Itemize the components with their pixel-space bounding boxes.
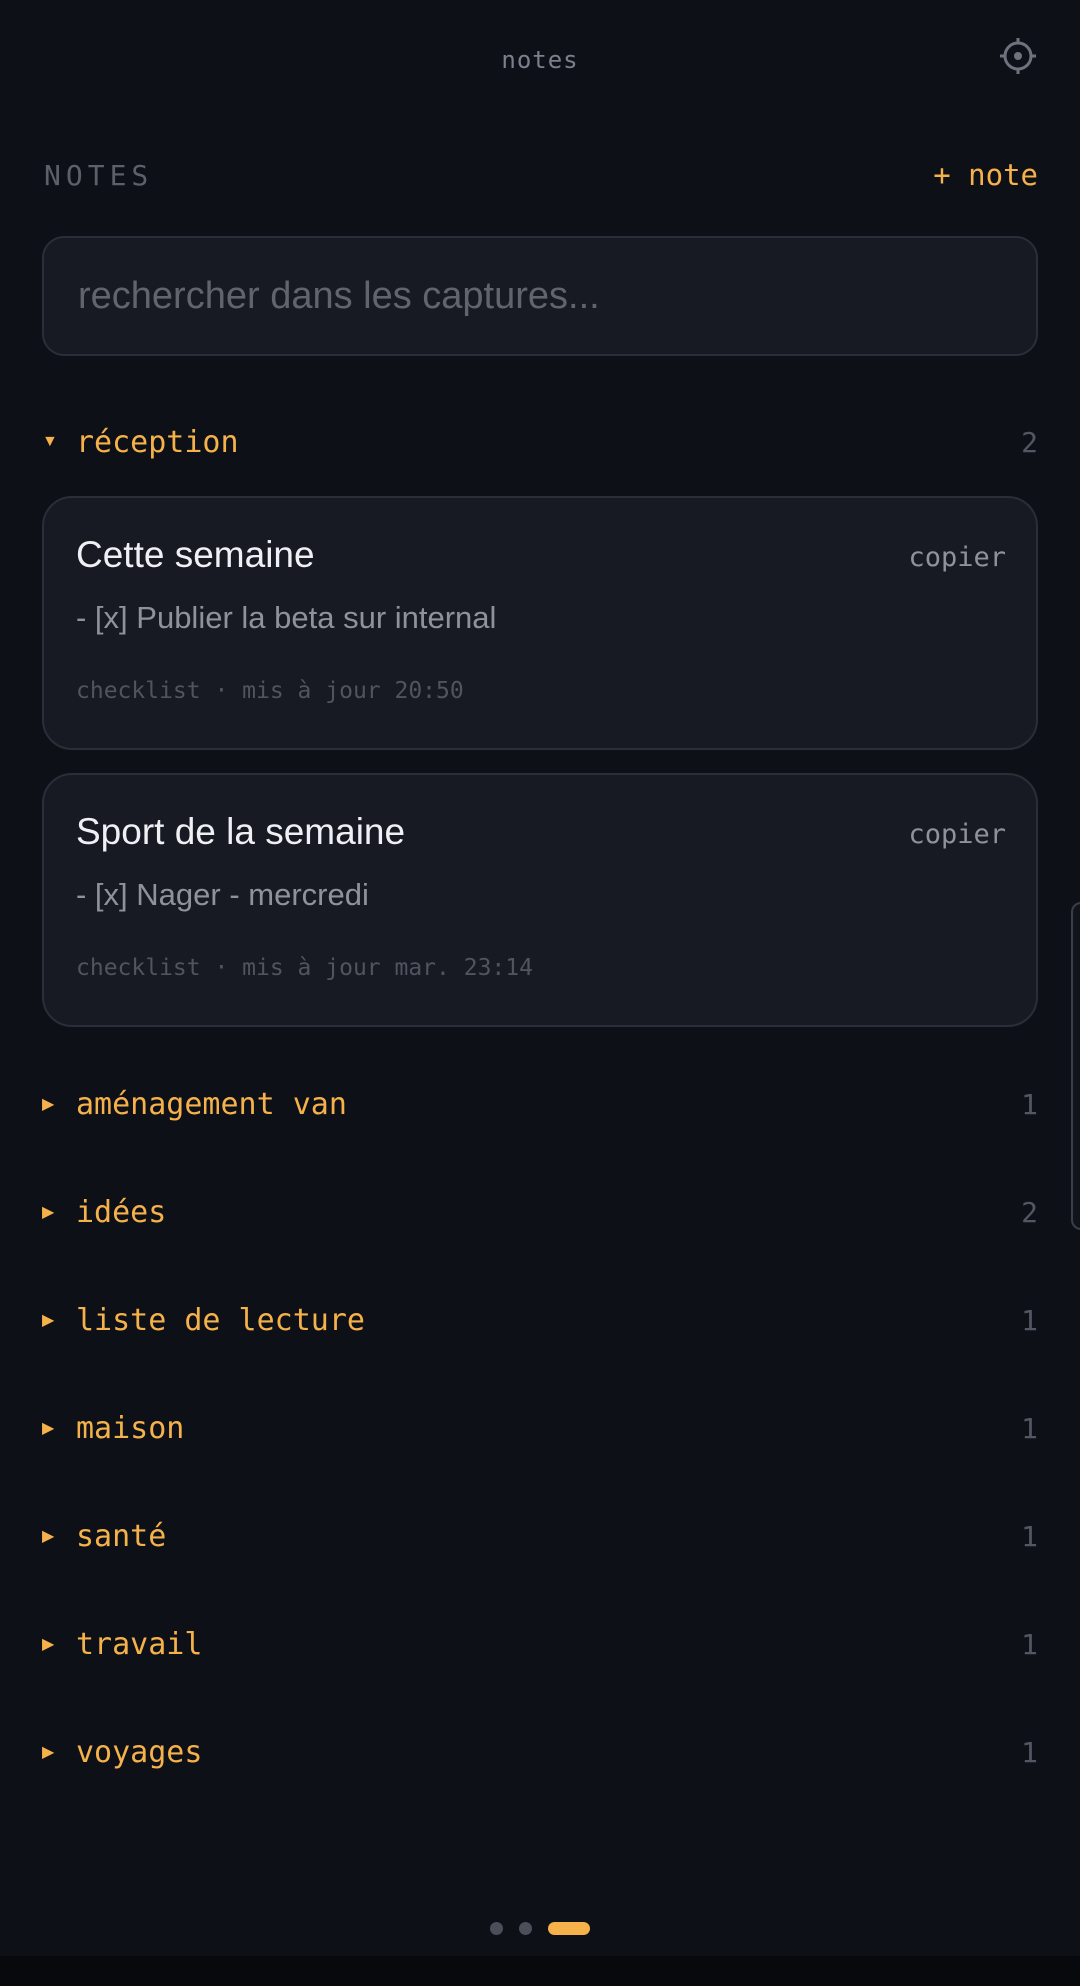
group-name: voyages [76, 1734, 203, 1770]
page-dot[interactable] [490, 1921, 503, 1935]
group-count: 1 [1021, 1735, 1038, 1769]
page-dot-active[interactable] [548, 1921, 590, 1935]
note-preview: - [x] Nager - mercredi [76, 877, 369, 912]
caret-right-icon: ▶ [42, 1204, 55, 1221]
caret-right-icon: ▶ [42, 1636, 55, 1653]
add-note-button[interactable]: + note [933, 158, 1038, 192]
section-label: NOTES [44, 158, 154, 192]
section-header: NOTES + note [44, 155, 1038, 195]
gear-icon [1000, 38, 1036, 74]
group-count: 2 [1021, 425, 1038, 459]
caret-right-icon: ▶ [42, 1744, 55, 1761]
page-indicator [0, 1920, 1080, 1936]
note-card[interactable]: Sport de la semaine copier - [x] Nager -… [42, 773, 1038, 1027]
group-row-idees[interactable]: ▶ idées 2 [42, 1188, 1038, 1236]
group-name: idées [76, 1194, 167, 1230]
note-meta: checklist · mis à jour 20:50 [76, 678, 464, 704]
caret-right-icon: ▶ [42, 1312, 55, 1329]
caret-right-icon: ▶ [42, 1096, 55, 1113]
group-count: 1 [1021, 1519, 1038, 1553]
group-row-amenagement-van[interactable]: ▶ aménagement van 1 [42, 1080, 1038, 1128]
note-title: Cette semaine [76, 534, 315, 575]
note-meta: checklist · mis à jour mar. 23:14 [76, 955, 533, 981]
caret-right-icon: ▶ [42, 1420, 55, 1437]
group-count: 1 [1021, 1087, 1038, 1121]
caret-down-icon: ▼ [42, 433, 58, 450]
copy-button[interactable]: copier [908, 819, 1006, 850]
top-bar: notes [0, 0, 1080, 124]
group-name: santé [76, 1518, 167, 1554]
group-row-liste-de-lecture[interactable]: ▶ liste de lecture 1 [42, 1296, 1038, 1344]
group-name: travail [76, 1626, 203, 1662]
group-row-sante[interactable]: ▶ santé 1 [42, 1512, 1038, 1560]
search-input[interactable] [42, 236, 1038, 356]
copy-button[interactable]: copier [908, 542, 1006, 573]
group-count: 1 [1021, 1627, 1038, 1661]
settings-button[interactable] [998, 36, 1038, 76]
group-name: réception [76, 424, 239, 460]
group-row-maison[interactable]: ▶ maison 1 [42, 1404, 1038, 1452]
caret-right-icon: ▶ [42, 1528, 55, 1545]
app-title: notes [501, 46, 579, 74]
note-title: Sport de la semaine [76, 811, 406, 852]
page-dot[interactable] [519, 1921, 532, 1935]
note-card[interactable]: Cette semaine copier - [x] Publier la be… [42, 496, 1038, 750]
scroll-handle[interactable] [1071, 902, 1080, 1230]
group-name: liste de lecture [76, 1302, 365, 1338]
group-name: maison [76, 1410, 185, 1446]
group-count: 1 [1021, 1411, 1038, 1445]
bottom-strip [0, 1956, 1080, 1986]
group-row-voyages[interactable]: ▶ voyages 1 [42, 1728, 1038, 1776]
group-name: aménagement van [76, 1086, 347, 1122]
group-count: 2 [1021, 1195, 1038, 1229]
group-row-travail[interactable]: ▶ travail 1 [42, 1620, 1038, 1668]
note-preview: - [x] Publier la beta sur internal [76, 600, 497, 635]
group-row-reception[interactable]: ▼ réception 2 [42, 418, 1038, 466]
group-count: 1 [1021, 1303, 1038, 1337]
